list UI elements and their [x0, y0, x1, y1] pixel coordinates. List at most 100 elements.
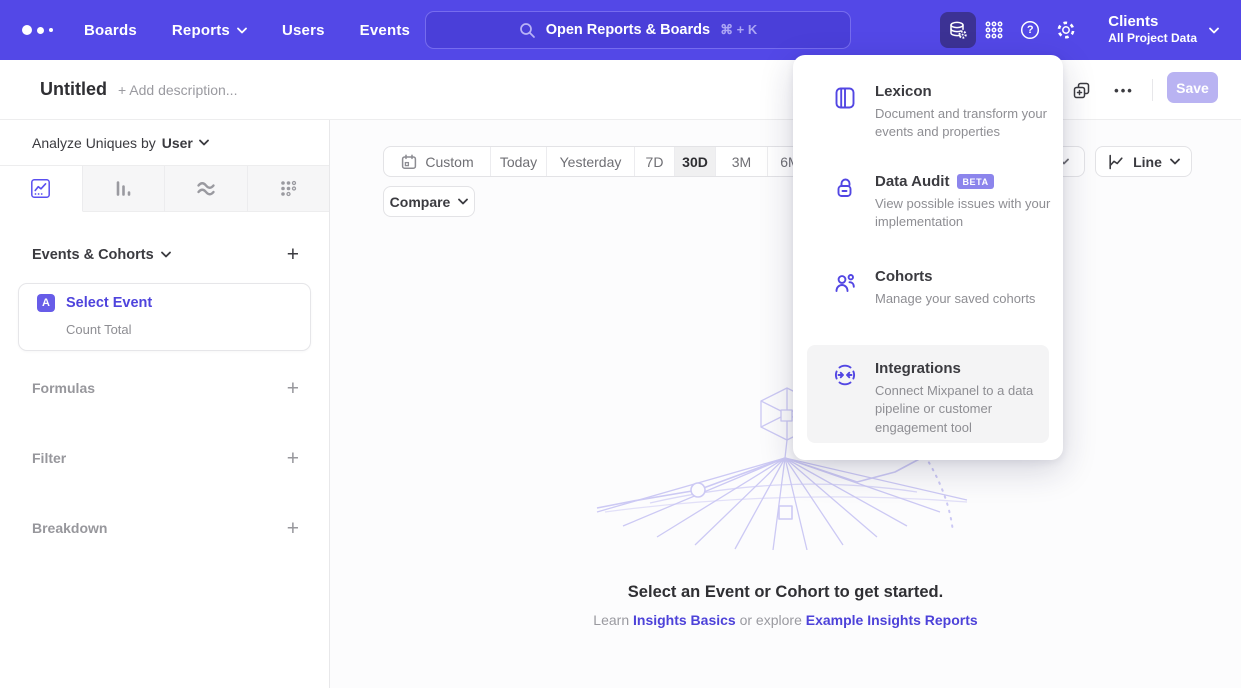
add-breakdown-button[interactable]: + — [287, 518, 299, 539]
header-divider — [1152, 79, 1153, 101]
insights-basics-link[interactable]: Insights Basics — [633, 612, 736, 628]
chevron-down-icon — [237, 27, 247, 34]
cohorts-users-icon — [832, 268, 858, 308]
events-cohorts-toggle[interactable]: Events & Cohorts — [32, 247, 171, 263]
data-management-button[interactable] — [940, 12, 976, 48]
search-placeholder: Open Reports & Boards — [546, 22, 710, 38]
event-card[interactable]: A Select Event Count Total — [18, 283, 311, 351]
nav-item-boards[interactable]: Boards — [84, 22, 137, 39]
menu-item-description: Connect Mixpanel to a data pipeline or c… — [875, 382, 1053, 437]
date-range-label: 3M — [732, 154, 751, 170]
add-filter-button[interactable]: + — [287, 448, 299, 469]
nav-item-users[interactable]: Users — [282, 22, 325, 39]
analyze-label: Analyze Uniques by — [32, 135, 156, 151]
nav-label: Events — [360, 22, 410, 39]
tab-insights-line[interactable] — [0, 166, 83, 212]
apps-grid-button[interactable] — [976, 12, 1012, 48]
menu-item-description: View possible issues with your implement… — [875, 195, 1053, 232]
analyze-value-dropdown[interactable]: User — [162, 135, 209, 151]
data-audit-lock-icon — [832, 173, 858, 232]
compare-label: Compare — [390, 194, 451, 210]
date-range-label: Today — [500, 154, 537, 170]
date-range-yesterday[interactable]: Yesterday — [546, 147, 634, 176]
chart-type-tabs — [0, 166, 329, 212]
date-range-3m[interactable]: 3M — [715, 147, 767, 176]
filter-label: Filter — [32, 450, 66, 466]
project-name: Clients — [1108, 13, 1197, 31]
compare-button[interactable]: Compare — [383, 186, 475, 217]
menu-item-title: Data Audit — [875, 173, 949, 190]
tab-bar-chart[interactable] — [83, 166, 166, 212]
database-gear-icon — [947, 19, 969, 41]
empty-state-title: Select an Event or Cohort to get started… — [330, 583, 1241, 602]
save-button[interactable]: Save — [1167, 72, 1218, 103]
mixpanel-insights-app: Boards Reports Users Events Open Reports… — [0, 0, 1241, 688]
empty-state-links: Learn Insights Basics or explore Example… — [330, 612, 1241, 628]
chevron-down-icon — [161, 251, 171, 258]
duplicate-icon — [1072, 81, 1091, 100]
formulas-label: Formulas — [32, 380, 95, 396]
menu-item-description: Document and transform your events and p… — [875, 105, 1053, 142]
project-scope: All Project Data — [1108, 31, 1197, 47]
data-management-menu: Lexicon Document and transform your even… — [793, 55, 1063, 460]
events-cohorts-header: Events & Cohorts + — [0, 244, 329, 265]
menu-item-title: Integrations — [875, 360, 961, 377]
more-options-button[interactable]: ••• — [1106, 72, 1142, 108]
integrations-sync-icon — [832, 360, 858, 443]
project-switcher[interactable]: Clients All Project Data — [1108, 13, 1219, 47]
chevron-down-icon — [1170, 158, 1180, 165]
nav-label: Reports — [172, 22, 230, 39]
report-description-input[interactable]: + Add description... — [118, 82, 237, 98]
date-range-30d-selected[interactable]: 30D — [674, 147, 715, 176]
example-reports-link[interactable]: Example Insights Reports — [806, 612, 978, 628]
tab-retention-grid[interactable] — [248, 166, 330, 212]
global-search-input[interactable]: Open Reports & Boards ⌘ + K — [425, 11, 851, 49]
menu-item-title: Cohorts — [875, 268, 933, 285]
section-label: Events & Cohorts — [32, 247, 154, 263]
nav-item-events[interactable]: Events — [360, 22, 410, 39]
chevron-down-icon — [1209, 27, 1219, 34]
series-badge: A — [37, 294, 55, 312]
tab-flow-chart[interactable] — [165, 166, 248, 212]
nav-label: Users — [282, 22, 325, 39]
menu-item-description: Manage your saved cohorts — [875, 290, 1053, 308]
filter-row: Filter + — [0, 444, 329, 472]
ellipsis-icon: ••• — [1114, 83, 1134, 98]
chart-type-button[interactable]: Line — [1095, 146, 1192, 177]
learn-prefix: Learn — [593, 612, 629, 628]
chevron-down-icon — [458, 198, 468, 205]
date-range-today[interactable]: Today — [490, 147, 546, 176]
help-button[interactable]: ? — [1012, 12, 1048, 48]
breakdown-row: Breakdown + — [0, 514, 329, 542]
nav-icon-group: ? Clients All Project Data — [940, 0, 1241, 60]
beta-badge: BETA — [957, 174, 993, 189]
line-chart-icon — [1107, 153, 1125, 171]
menu-item-cohorts[interactable]: Cohorts Manage your saved cohorts — [807, 268, 1049, 308]
add-formula-button[interactable]: + — [287, 378, 299, 399]
report-title[interactable]: Untitled — [40, 79, 107, 100]
grid-icon — [983, 19, 1005, 41]
chevron-down-icon — [199, 139, 209, 146]
date-range-7d[interactable]: 7D — [634, 147, 674, 176]
date-range-label: Yesterday — [560, 154, 622, 170]
date-range-label: 7D — [646, 154, 664, 170]
date-range-label: Custom — [425, 154, 473, 170]
breakdown-label: Breakdown — [32, 520, 107, 536]
add-event-button[interactable]: + — [287, 244, 299, 265]
select-event-link[interactable]: Select Event — [66, 295, 152, 311]
duplicate-report-button[interactable] — [1063, 72, 1099, 108]
settings-button[interactable] — [1048, 12, 1084, 48]
line-chart-tab-icon — [30, 178, 51, 199]
nav-item-reports[interactable]: Reports — [172, 22, 247, 39]
search-icon — [519, 22, 536, 39]
menu-item-integrations[interactable]: Integrations Connect Mixpanel to a data … — [807, 345, 1049, 443]
menu-item-data-audit[interactable]: Data Audit BETA View possible issues wit… — [807, 173, 1049, 232]
middle-text: or explore — [740, 612, 802, 628]
date-range-custom[interactable]: Custom — [384, 147, 490, 176]
mixpanel-logo-icon[interactable] — [22, 0, 53, 60]
formulas-row: Formulas + — [0, 374, 329, 402]
chart-type-label: Line — [1133, 154, 1162, 170]
menu-item-lexicon[interactable]: Lexicon Document and transform your even… — [807, 83, 1049, 142]
analyze-uniques-row: Analyze Uniques by User — [0, 120, 329, 166]
count-type-selector[interactable]: Count Total — [66, 322, 132, 337]
